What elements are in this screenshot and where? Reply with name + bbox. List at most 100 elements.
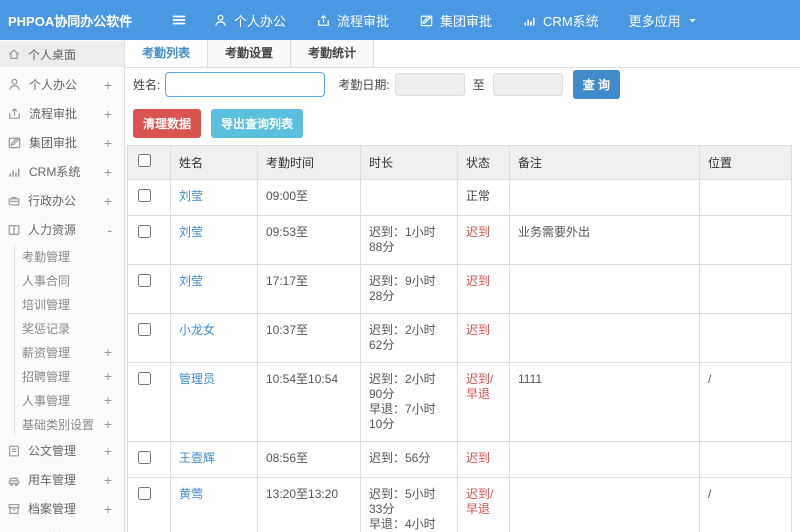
clean-data-button[interactable]: 清理数据 <box>133 109 202 138</box>
sidebar-item-personal-office[interactable]: 个人办公 + <box>0 70 124 99</box>
sidebar-item-vehicle-management[interactable]: 用车管理 + <box>0 465 124 494</box>
tab-attendance-list[interactable]: 考勤列表 <box>125 40 209 67</box>
sidebar-item-label: 奖惩记录 <box>22 321 71 336</box>
sidebar-item-document-management[interactable]: 公文管理 + <box>0 436 124 465</box>
column-header-location: 位置 <box>699 145 792 180</box>
expand-icon[interactable]: + <box>104 77 112 93</box>
status-badge: 迟到/早退 <box>466 487 494 516</box>
top-nav-group-approval[interactable]: 集团审批 <box>419 11 492 30</box>
row-checkbox-cell <box>127 215 171 265</box>
employee-name-link[interactable]: 刘莹 <box>179 274 203 288</box>
duration-line: 迟到：5小时33分 <box>369 487 436 516</box>
top-nav-label: CRM系统 <box>543 13 599 29</box>
attendance-date-label: 考勤日期: <box>338 78 390 92</box>
sidebar-item-label: 档案管理 <box>28 502 77 516</box>
location-cell: / <box>699 362 792 442</box>
expand-icon[interactable]: + <box>104 501 112 517</box>
expand-icon[interactable]: + <box>104 106 112 122</box>
employee-name-link[interactable]: 黄莺 <box>179 487 203 501</box>
duration-line: 早退：7小时10分 <box>369 402 436 431</box>
user-icon <box>213 13 228 28</box>
select-all-checkbox[interactable] <box>138 154 151 167</box>
expand-icon[interactable]: + <box>104 392 112 408</box>
employee-name-link[interactable]: 刘莹 <box>179 189 203 203</box>
expand-icon[interactable]: + <box>104 135 112 151</box>
remark-cell: 业务需要外出 <box>509 215 700 265</box>
status-badge: 迟到 <box>466 451 491 465</box>
sidebar-item-label: 行政办公 <box>28 194 77 208</box>
top-nav-personal-office[interactable]: 个人办公 <box>213 11 286 30</box>
employee-name-link[interactable]: 王壹辉 <box>179 451 215 465</box>
sidebar-item-training-management[interactable]: 培训管理 <box>14 292 124 316</box>
expand-icon[interactable]: + <box>104 443 112 459</box>
employee-name-link[interactable]: 小龙女 <box>179 323 215 337</box>
sidebar-item-hr-contract[interactable]: 人事合同 <box>14 268 124 292</box>
sidebar-item-group-approval[interactable]: 集团审批 + <box>0 128 124 157</box>
expand-icon[interactable]: + <box>104 472 112 488</box>
top-nav-label: 流程审批 <box>337 13 390 29</box>
table-row: 刘莹 09:53至 迟到：1小时88分 迟到 业务需要外出 <box>127 215 792 265</box>
collapse-icon[interactable]: - <box>107 222 112 238</box>
sidebar-item-personal-desktop[interactable]: 个人桌面 <box>0 41 124 67</box>
sidebar-item-human-resources[interactable]: 人力资源 - <box>0 215 124 244</box>
location-cell <box>699 441 792 478</box>
top-nav-crm-system[interactable]: CRM系统 <box>522 11 599 30</box>
sidebar: 个人桌面 个人办公 + 流程审批 + 集团审批 + CRM系统 + 行政办公 + 人力资源 - 考勤管理人… <box>0 40 125 532</box>
duration-cell: 迟到：2小时62分 <box>360 313 458 363</box>
attendance-time-cell: 08:56至 <box>257 441 361 478</box>
table-row: 王壹辉 08:56至 迟到：56分 迟到 <box>127 441 792 478</box>
duration-line: 迟到：2小时90分 <box>369 372 436 401</box>
sidebar-item-project-management[interactable]: 项目管理+ <box>0 523 124 532</box>
export-list-button[interactable]: 导出查询列表 <box>211 109 304 138</box>
hamburger-menu-icon[interactable] <box>171 12 187 28</box>
attendance-time-cell: 17:17至 <box>257 264 361 314</box>
edit-icon <box>419 13 434 28</box>
expand-icon[interactable]: + <box>104 416 112 432</box>
row-checkbox[interactable] <box>138 372 151 385</box>
expand-icon[interactable]: + <box>104 164 112 180</box>
row-checkbox[interactable] <box>138 189 151 202</box>
app-window: PHPOA协同办公软件 个人办公 流程审批 集团审批 CRM系统 更多应用 个人桌面 个人… <box>0 0 800 532</box>
row-checkbox[interactable] <box>138 274 151 287</box>
top-nav-workflow-approval[interactable]: 流程审批 <box>316 11 389 30</box>
car-icon <box>7 473 21 487</box>
sidebar-item-personnel-management[interactable]: 人事管理 + <box>14 388 124 412</box>
row-checkbox[interactable] <box>138 225 151 238</box>
top-nav-more-apps[interactable]: 更多应用 <box>629 11 698 30</box>
tab-attendance-settings[interactable]: 考勤设置 <box>208 40 292 67</box>
sidebar-item-label: 招聘管理 <box>22 369 71 384</box>
column-header-status: 状态 <box>457 145 510 180</box>
remark-cell <box>509 179 700 216</box>
sidebar-item-label: 薪资管理 <box>22 345 71 360</box>
table-row: 小龙女 10:37至 迟到：2小时62分 迟到 <box>127 313 792 363</box>
employee-name-link[interactable]: 管理员 <box>179 372 215 386</box>
expand-icon[interactable]: + <box>104 368 112 384</box>
sidebar-item-archive-management[interactable]: 档案管理 + <box>0 494 124 523</box>
expand-icon[interactable]: + <box>104 344 112 360</box>
sidebar-item-workflow-approval[interactable]: 流程审批 + <box>0 99 124 128</box>
duration-line: 迟到：9小时28分 <box>369 274 436 303</box>
sidebar-item-base-category-settings[interactable]: 基础类别设置 + <box>14 412 124 436</box>
sidebar-item-label: CRM系统 <box>29 165 81 179</box>
briefcase-icon <box>7 194 21 208</box>
search-button[interactable]: 查 询 <box>572 70 621 99</box>
row-checkbox[interactable] <box>138 451 151 464</box>
tab-attendance-stats[interactable]: 考勤统计 <box>291 40 375 67</box>
sidebar-item-admin-office[interactable]: 行政办公 + <box>0 186 124 215</box>
row-checkbox[interactable] <box>138 487 151 500</box>
sidebar-item-label: 人力资源 <box>28 223 77 237</box>
sidebar-item-reward-punishment[interactable]: 奖惩记录 <box>14 316 124 340</box>
employee-name-link[interactable]: 刘莹 <box>179 225 203 239</box>
status-badge: 迟到 <box>466 225 491 239</box>
date-from-input[interactable] <box>394 73 465 96</box>
sidebar-item-recruit-management[interactable]: 招聘管理 + <box>14 364 124 388</box>
sidebar-item-crm-system[interactable]: CRM系统 + <box>0 157 124 186</box>
top-nav-label: 集团审批 <box>440 13 493 29</box>
sidebar-item-salary-management[interactable]: 薪资管理 + <box>14 340 124 364</box>
row-checkbox[interactable] <box>138 323 151 336</box>
top-nav-label: 个人办公 <box>234 13 287 29</box>
name-input[interactable] <box>165 72 326 97</box>
sidebar-item-attendance-management[interactable]: 考勤管理 <box>14 244 124 268</box>
date-to-input[interactable] <box>492 73 563 96</box>
expand-icon[interactable]: + <box>104 193 112 209</box>
